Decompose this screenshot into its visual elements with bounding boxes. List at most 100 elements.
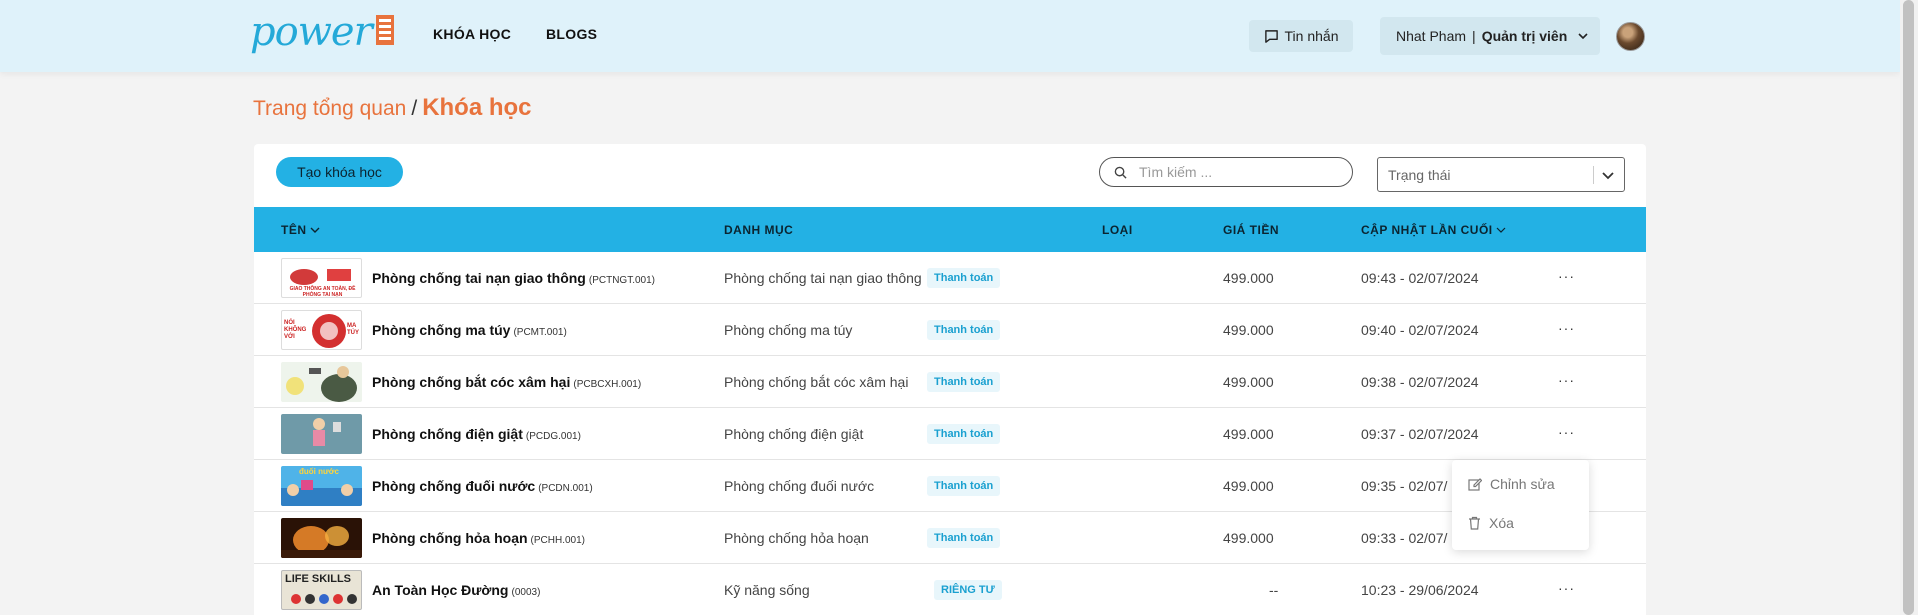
- course-category: Phòng chống hỏa hoạn: [724, 530, 869, 546]
- course-category: Phòng chống bắt cóc xâm hại: [724, 374, 909, 390]
- course-name[interactable]: Phòng chống điện giật (PCDG.001): [372, 426, 581, 442]
- chevron-down-icon: [1602, 172, 1614, 180]
- messages-label: Tin nhắn: [1284, 28, 1339, 44]
- type-badge: Thanh toán: [927, 320, 1001, 340]
- th-name[interactable]: TÊN: [281, 223, 320, 237]
- course-name[interactable]: Phòng chống bắt cóc xâm hại (PCBCXH.001): [372, 374, 641, 390]
- status-placeholder: Trạng thái: [1388, 166, 1451, 183]
- type-badge: Thanh toán: [927, 372, 1001, 392]
- course-name[interactable]: Phòng chống tai nạn giao thông (PCTNGT.00…: [372, 270, 655, 286]
- course-price: 499.000: [1223, 322, 1274, 338]
- type-badge: Thanh toán: [927, 476, 1001, 496]
- nav-courses[interactable]: KHÓA HỌC: [433, 26, 511, 42]
- course-updated: 10:23 - 29/06/2024: [1361, 582, 1479, 598]
- th-updated-label: CẬP NHẬT LẦN CUỐI: [1361, 223, 1493, 237]
- edit-icon: [1468, 478, 1482, 491]
- course-code: (PCDG.001): [525, 431, 581, 442]
- course-code: (PCTNGT.001): [588, 275, 655, 286]
- course-code: (PCHH.001): [530, 535, 586, 546]
- th-type: LOẠI: [1102, 223, 1133, 237]
- course-code: (0003): [511, 587, 541, 598]
- course-category: Kỹ năng sống: [724, 582, 810, 598]
- page-title: Khóa học: [422, 94, 532, 121]
- courses-card: Tạo khóa học Trạng thái TÊN DANH MỤC LOẠ…: [254, 144, 1646, 615]
- delete-menu-item[interactable]: Xóa: [1468, 515, 1514, 531]
- edit-label: Chỉnh sửa: [1490, 476, 1555, 492]
- delete-label: Xóa: [1489, 515, 1514, 531]
- breadcrumb-separator: /: [411, 97, 418, 120]
- type-badge: Thanh toán: [927, 268, 1001, 288]
- thumb-caption: LIFE SKILLS: [285, 573, 351, 585]
- course-updated: 09:38 - 02/07/2024: [1361, 374, 1479, 390]
- edit-menu-item[interactable]: Chỉnh sửa: [1468, 476, 1555, 492]
- user-menu-button[interactable]: Nhat Pham | Quản trị viên: [1380, 17, 1600, 55]
- course-name[interactable]: Phòng chống đuối nước (PCDN.001): [372, 478, 593, 494]
- thumb-caption: đuối nước: [299, 467, 339, 476]
- table-row[interactable]: Phòng chống hỏa hoạn (PCHH.001) Phòng chố…: [254, 512, 1646, 564]
- user-separator: |: [1472, 28, 1476, 44]
- select-divider: [1593, 166, 1594, 184]
- chat-icon: [1264, 29, 1278, 43]
- course-thumbnail: [281, 414, 362, 454]
- course-category: Phòng chống điện giật: [724, 426, 864, 442]
- search-icon: [1114, 166, 1127, 179]
- sort-down-icon: [1497, 227, 1506, 233]
- thumb-caption: GIAO THÔNG AN TOÀN, ĐỀ PHÒNG TAI NẠN: [289, 286, 356, 298]
- row-actions-menu: Chỉnh sửa Xóa: [1452, 460, 1589, 550]
- course-thumbnail: NÓI KHÔNG VỚI MA TÚY: [281, 310, 362, 350]
- thumb-caption: MA TÚY: [347, 323, 359, 336]
- course-thumbnail: đuối nước: [281, 466, 362, 506]
- table-row[interactable]: đuối nước Phòng chống đuối nước (PCDN.001…: [254, 460, 1646, 512]
- course-thumbnail: LIFE SKILLS: [281, 570, 362, 610]
- th-updated[interactable]: CẬP NHẬT LẦN CUỐI: [1361, 223, 1506, 237]
- more-actions-button[interactable]: ···: [1558, 268, 1575, 284]
- course-updated: 09:37 - 02/07/2024: [1361, 426, 1479, 442]
- status-select[interactable]: Trạng thái: [1377, 157, 1625, 192]
- course-updated: 09:43 - 02/07/2024: [1361, 270, 1479, 286]
- th-category: DANH MỤC: [724, 223, 794, 237]
- course-updated: 09:33 - 02/07/: [1361, 530, 1448, 546]
- more-actions-button[interactable]: ···: [1558, 320, 1575, 336]
- table-row[interactable]: Phòng chống bắt cóc xâm hại (PCBCXH.001) …: [254, 356, 1646, 408]
- trash-icon: [1469, 516, 1480, 530]
- course-name[interactable]: Phòng chống hỏa hoạn (PCHH.001): [372, 530, 585, 546]
- type-badge: Thanh toán: [927, 528, 1001, 548]
- th-name-label: TÊN: [281, 223, 307, 237]
- course-updated: 09:40 - 02/07/2024: [1361, 322, 1479, 338]
- course-price: --: [1269, 582, 1279, 598]
- nav-blogs[interactable]: BLOGS: [546, 26, 597, 42]
- th-price: GIÁ TIỀN: [1223, 223, 1280, 237]
- more-actions-button[interactable]: ···: [1558, 372, 1575, 388]
- more-actions-button[interactable]: ···: [1558, 424, 1575, 440]
- avatar[interactable]: [1616, 22, 1645, 51]
- course-code: (PCBCXH.001): [573, 379, 642, 390]
- course-price: 499.000: [1223, 270, 1274, 286]
- logo-mark-icon: [375, 15, 394, 45]
- search-input[interactable]: [1139, 164, 1329, 180]
- course-name[interactable]: Phòng chống ma túy (PCMT.001): [372, 322, 567, 338]
- table-row[interactable]: GIAO THÔNG AN TOÀN, ĐỀ PHÒNG TAI NẠN Phò…: [254, 252, 1646, 304]
- course-code: (PCDN.001): [538, 483, 593, 494]
- logo-text: power: [250, 9, 373, 55]
- messages-button[interactable]: Tin nhắn: [1249, 20, 1353, 52]
- course-category: Phòng chống đuối nước: [724, 478, 875, 494]
- create-course-button[interactable]: Tạo khóa học: [276, 157, 403, 187]
- table-row[interactable]: NÓI KHÔNG VỚI MA TÚY Phòng chống ma túy(…: [254, 304, 1646, 356]
- course-price: 499.000: [1223, 374, 1274, 390]
- user-name: Nhat Pham: [1396, 28, 1467, 44]
- power-logo[interactable]: power: [250, 12, 396, 52]
- page-scrollbar-thumb[interactable]: [1903, 0, 1914, 615]
- course-thumbnail: [281, 362, 362, 402]
- course-category: Phòng chống tai nạn giao thông: [724, 270, 922, 286]
- table-row[interactable]: Phòng chống điện giật (PCDG.001) Phòng ch…: [254, 408, 1646, 460]
- type-badge: Thanh toán: [927, 424, 1001, 444]
- more-actions-button[interactable]: ···: [1558, 580, 1575, 596]
- table-header: TÊN DANH MỤC LOẠI GIÁ TIỀN CẬP NHẬT LẦN …: [254, 207, 1646, 252]
- sort-down-icon: [310, 227, 320, 233]
- course-code: (PCMT.001): [513, 327, 567, 338]
- course-thumbnail: GIAO THÔNG AN TOÀN, ĐỀ PHÒNG TAI NẠN: [281, 258, 362, 298]
- table-row[interactable]: LIFE SKILLS An Toàn Học Đường (0003) Kỹ n…: [254, 564, 1646, 615]
- course-price: 499.000: [1223, 530, 1274, 546]
- course-name[interactable]: An Toàn Học Đường (0003): [372, 582, 540, 598]
- breadcrumb-home[interactable]: Trang tổng quan: [253, 97, 406, 120]
